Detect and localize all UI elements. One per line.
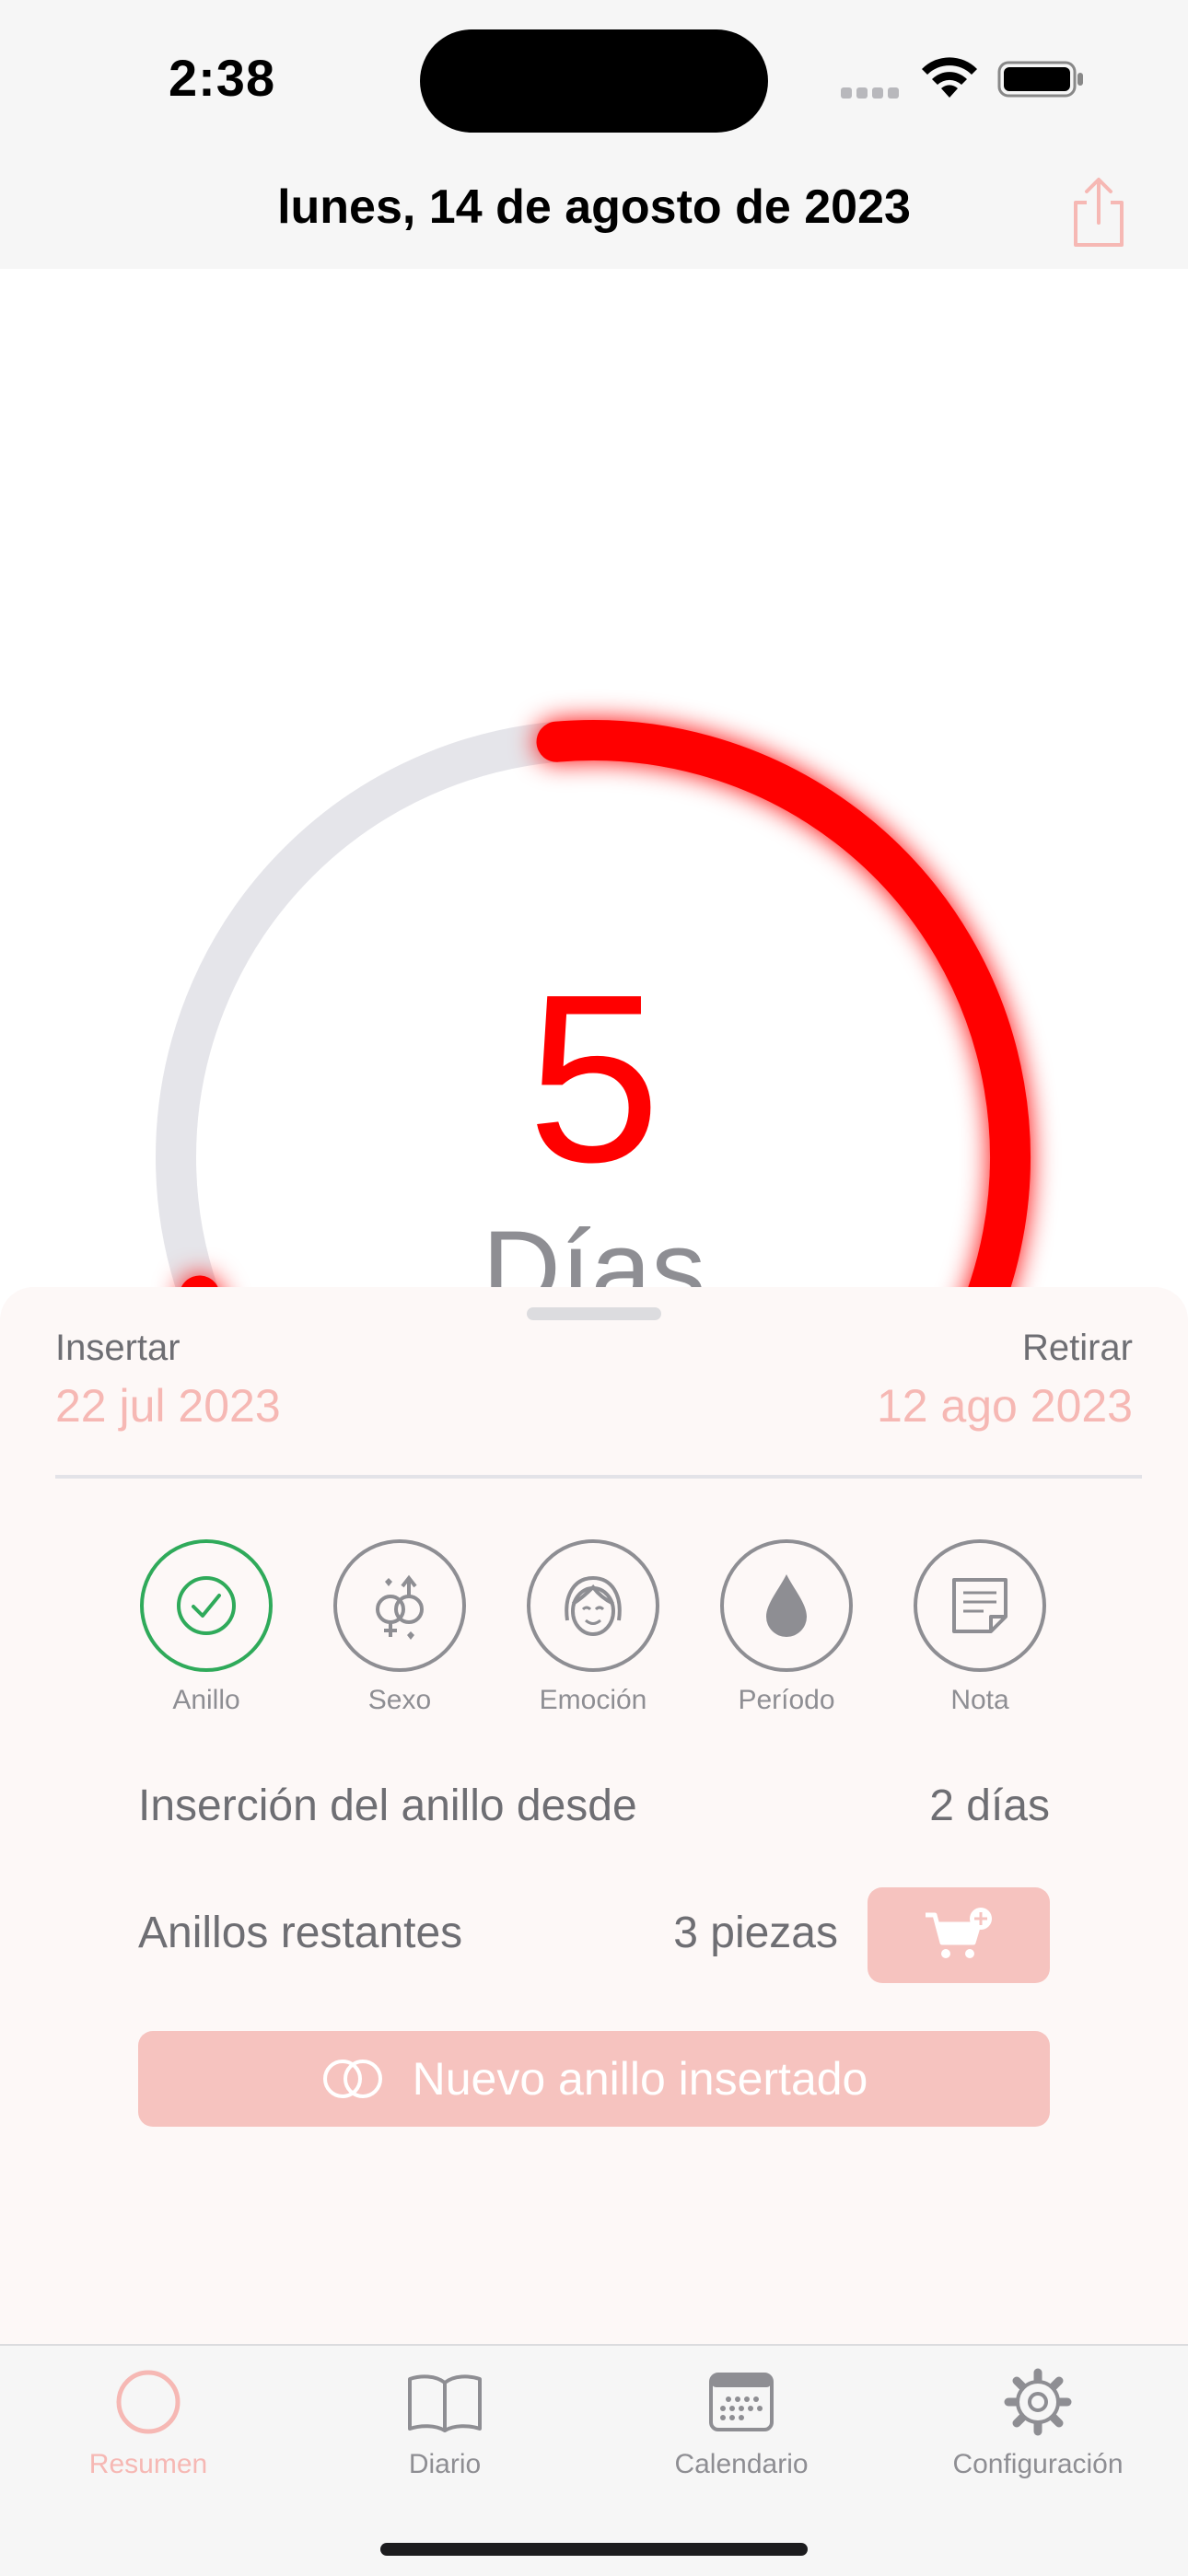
action-sexo-circle[interactable] <box>333 1539 466 1672</box>
gender-icon <box>376 1574 424 1640</box>
face-icon <box>565 1575 622 1636</box>
action-label: Emoción <box>539 1685 647 1715</box>
tab-calendario[interactable]: Calendario <box>594 2364 889 2480</box>
action-label: Sexo <box>367 1685 432 1715</box>
action-emocion[interactable]: Emoción <box>501 1539 685 1716</box>
rings-remaining-label: Anillos restantes <box>138 1909 463 1957</box>
status-time: 2:38 <box>169 49 276 107</box>
log-actions: Anillo Sexo Emoción Período Nota <box>0 1539 1188 1723</box>
tab-configuracion[interactable]: Configuración <box>891 2364 1185 2480</box>
tab-label: Calendario <box>674 2449 809 2479</box>
action-sexo[interactable]: Sexo <box>308 1539 492 1716</box>
insertion-since-label: Inserción del anillo desde <box>138 1781 637 1830</box>
tab-label: Resumen <box>88 2449 208 2479</box>
rings-remaining-value: 3 piezas <box>673 1909 838 1957</box>
insertion-since-row: Inserción del anillo desde 2 días <box>138 1773 1050 1838</box>
sheet-grabber[interactable] <box>527 1307 661 1320</box>
action-periodo-circle[interactable] <box>720 1539 853 1672</box>
ring-icon <box>116 2370 181 2434</box>
cellular-signal-icon <box>841 87 903 103</box>
action-anillo[interactable]: Anillo <box>114 1539 298 1716</box>
note-icon <box>952 1578 1007 1633</box>
cycle-ring-area: 5 Días <box>0 269 1188 1291</box>
action-anillo-circle[interactable] <box>140 1539 273 1672</box>
tab-bar: Resumen Diario Calendario Configuración <box>0 2344 1188 2576</box>
insert-label: Insertar <box>55 1328 181 1368</box>
rings-remaining-row: Anillos restantes 3 piezas <box>138 1887 1050 1983</box>
action-label: Anillo <box>172 1685 240 1715</box>
days-label: Días <box>482 1209 706 1291</box>
new-ring-inserted-button[interactable]: Nuevo anillo insertado <box>138 2031 1050 2127</box>
action-label: Período <box>738 1685 835 1715</box>
remove-label: Retirar <box>1021 1328 1133 1368</box>
insertion-since-value: 2 días <box>929 1781 1050 1830</box>
add-to-cart-button[interactable] <box>868 1887 1050 1983</box>
action-label: Nota <box>950 1685 1009 1715</box>
remove-date[interactable]: 12 ago 2023 <box>877 1379 1133 1433</box>
action-emocion-circle[interactable] <box>527 1539 659 1672</box>
days-count: 5 <box>527 946 661 1213</box>
action-periodo[interactable]: Período <box>694 1539 879 1716</box>
nav-header: lunes, 14 de agosto de 2023 <box>0 157 1188 271</box>
share-icon[interactable] <box>1066 175 1131 250</box>
book-icon <box>408 2374 482 2432</box>
tab-diario[interactable]: Diario <box>297 2364 592 2480</box>
wifi-icon <box>922 57 977 98</box>
tab-label: Configuración <box>952 2449 1124 2479</box>
status-bar: 2:38 <box>0 0 1188 157</box>
ring-details-sheet: Insertar 22 jul 2023 Retirar 12 ago 2023… <box>0 1287 1188 2346</box>
calendar-icon <box>709 2373 774 2431</box>
gear-icon <box>1004 2368 1072 2436</box>
tab-label: Diario <box>408 2449 482 2479</box>
check-icon <box>177 1576 236 1635</box>
new-ring-button-label: Nuevo anillo insertado <box>412 2053 868 2105</box>
divider <box>55 1475 1142 1479</box>
home-indicator <box>380 2543 808 2556</box>
action-nota[interactable]: Nota <box>888 1539 1072 1716</box>
rings-icon <box>322 2060 382 2098</box>
battery-icon <box>997 61 1083 98</box>
action-nota-circle[interactable] <box>914 1539 1046 1672</box>
drop-icon <box>766 1574 807 1637</box>
page-title: lunes, 14 de agosto de 2023 <box>277 180 911 234</box>
insert-date[interactable]: 22 jul 2023 <box>55 1379 281 1433</box>
tab-resumen[interactable]: Resumen <box>1 2364 296 2480</box>
cart-add-icon <box>926 1908 992 1958</box>
dynamic-island <box>420 29 768 133</box>
